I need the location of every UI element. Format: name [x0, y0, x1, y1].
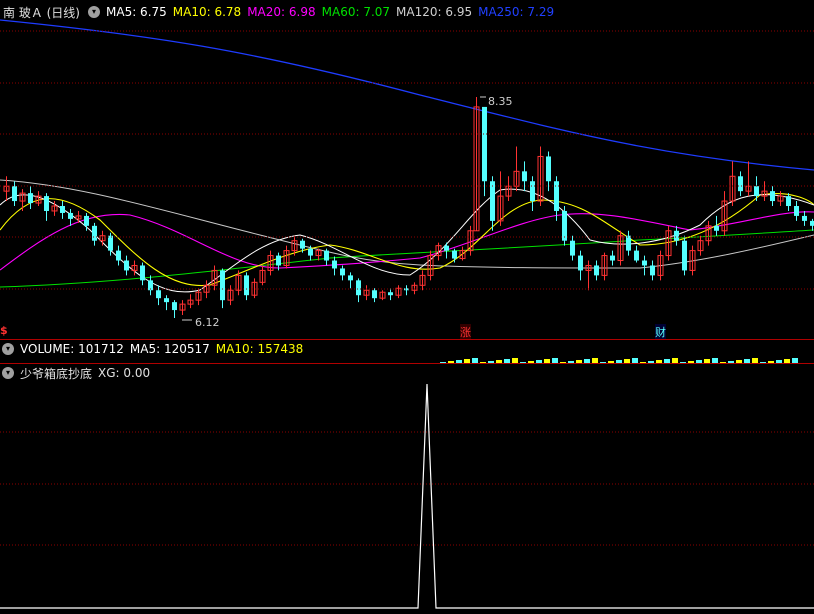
indicator-name: 少爷箱底抄底 [20, 366, 93, 381]
candle-body [324, 250, 329, 261]
candle-body [626, 235, 631, 251]
high-price-label: 8.35 [488, 95, 513, 108]
candle-body [60, 206, 65, 213]
candle-body [444, 245, 449, 251]
candle-body [388, 292, 393, 296]
candle-body [140, 265, 145, 281]
candle-body [482, 106, 487, 182]
candle-body [116, 250, 121, 261]
candle-body [220, 270, 225, 301]
candle-body [356, 280, 361, 296]
candle-body [594, 265, 599, 276]
volume-ma5-label: MA5: 120517 [129, 342, 210, 356]
price-pane[interactable]: 南 玻Ａ (日线) ▾ MA5: 6.75 MA10: 6.78 MA20: 6… [0, 0, 814, 340]
candle-body [340, 268, 345, 276]
indicator-header: ▾ 少爷箱底抄底 XG: 0.00 [0, 364, 156, 382]
ma5-line [0, 188, 814, 293]
candle-body [44, 196, 49, 211]
candle-body [124, 260, 129, 271]
candle-body [562, 210, 567, 241]
ma60-line [0, 229, 814, 288]
chevron-down-icon[interactable]: ▾ [2, 343, 14, 355]
candle-body [68, 212, 73, 219]
volume-pane[interactable]: ▾ VOLUME: 101712 MA5: 120517 MA10: 15743… [0, 340, 814, 364]
candle-body [634, 250, 639, 261]
candle-body [332, 260, 337, 269]
price-chart[interactable] [0, 0, 814, 340]
ma250-line [0, 19, 814, 171]
candle-body [530, 181, 535, 202]
indicator-xg: XG: 0.00 [98, 366, 151, 380]
candle-body [786, 196, 791, 207]
candle-body [554, 181, 559, 211]
volume-label: VOLUME: 101712 [20, 342, 124, 356]
candle-body [12, 186, 17, 202]
candle-body [108, 235, 113, 251]
candle-body [300, 240, 305, 249]
candle-body [650, 265, 655, 276]
candle-body [642, 260, 647, 266]
candle-body [770, 191, 775, 202]
candle-body [404, 288, 409, 291]
volume-header: ▾ VOLUME: 101712 MA5: 120517 MA10: 15743… [0, 340, 309, 358]
candle-body [522, 171, 527, 182]
candle-body [84, 215, 89, 226]
candle-body [682, 240, 687, 271]
candle-body [578, 255, 583, 271]
candle-body [156, 290, 161, 299]
candle-body [28, 193, 33, 204]
candle-body [754, 186, 759, 197]
ma10-line [0, 193, 814, 287]
candle-body [674, 230, 679, 241]
candle-body [308, 248, 313, 256]
marker-zhang[interactable]: 涨 [460, 324, 471, 340]
low-price-label: 6.12 [195, 316, 220, 329]
volume-ma10-label: MA10: 157438 [215, 342, 304, 356]
ma120-line [0, 179, 814, 269]
candle-body [148, 280, 153, 291]
candle-body [452, 250, 457, 259]
candle-body [244, 275, 249, 296]
candle-body [570, 240, 575, 256]
marker-cai[interactable]: 财 [655, 324, 666, 340]
candle-body [794, 206, 799, 216]
candle-body [276, 255, 281, 266]
candle-body [372, 290, 377, 299]
marker-dollar: $ [0, 324, 8, 337]
candle-body [738, 176, 743, 192]
candle-body [490, 181, 495, 221]
indicator-pane[interactable]: ▾ 少爷箱底抄底 XG: 0.00 [0, 364, 814, 614]
candle-body [92, 225, 97, 241]
candle-body [172, 302, 177, 311]
candle-body [348, 275, 353, 281]
candle-body [802, 215, 807, 221]
candle-body [714, 225, 719, 231]
candle-body [546, 156, 551, 182]
candle-body [810, 220, 814, 226]
candle-body [164, 298, 169, 303]
chevron-down-icon[interactable]: ▾ [2, 367, 14, 379]
candle-body [610, 255, 615, 261]
